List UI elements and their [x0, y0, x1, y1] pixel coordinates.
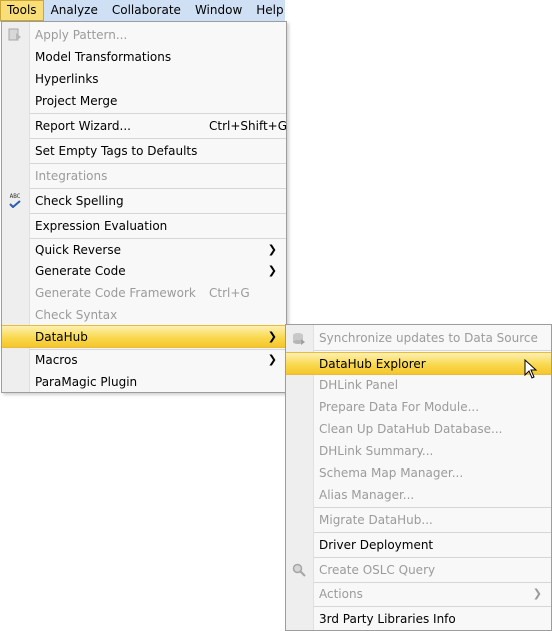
- menu-item-label: DataHub Explorer: [319, 356, 426, 371]
- menu-item-label: Create OSLC Query: [319, 562, 436, 577]
- menu-item-apply-pattern[interactable]: Apply Pattern...: [2, 24, 286, 45]
- menu-item-clean-up-database[interactable]: Clean Up DataHub Database...: [286, 418, 551, 439]
- menu-item-check-syntax[interactable]: Check Syntax: [2, 304, 286, 325]
- menu-item-label: Project Merge: [35, 93, 118, 108]
- menu-item-label: Synchronize updates to Data Source: [319, 330, 538, 345]
- menu-bar: Tools Analyze Collaborate Window Help: [0, 0, 285, 22]
- menu-item-generate-code-framework[interactable]: Generate Code Framework Ctrl+G: [2, 282, 286, 303]
- menu-item-paramagic-plugin[interactable]: ParaMagic Plugin: [2, 371, 286, 392]
- datahub-submenu: Synchronize updates to Data Source DataH…: [285, 324, 552, 631]
- menu-item-model-transformations[interactable]: Model Transformations: [2, 46, 286, 67]
- menu-item-label: Generate Code: [35, 263, 126, 278]
- menu-item-macros[interactable]: Macros ❯: [2, 349, 286, 370]
- menu-window[interactable]: Window: [188, 0, 249, 21]
- tools-menu: Apply Pattern... Model Transformations H…: [1, 21, 287, 393]
- menu-item-label: 3rd Party Libraries Info: [319, 611, 456, 626]
- menu-item-shortcut: Ctrl+G: [209, 285, 250, 300]
- menu-item-hyperlinks[interactable]: Hyperlinks: [2, 68, 286, 89]
- search-icon: [291, 562, 307, 578]
- menu-help[interactable]: Help: [249, 0, 290, 21]
- menu-separator: [30, 188, 286, 189]
- menu-item-quick-reverse[interactable]: Quick Reverse ❯: [2, 239, 286, 260]
- menu-item-label: DHLink Panel: [319, 377, 399, 392]
- menu-item-3rd-party-libraries[interactable]: 3rd Party Libraries Info: [286, 608, 551, 629]
- menu-item-alias-manager[interactable]: Alias Manager...: [286, 484, 551, 505]
- chevron-right-icon: ❯: [267, 330, 277, 343]
- menu-item-label: Schema Map Manager...: [319, 465, 464, 480]
- sync-icon: [291, 330, 307, 346]
- menu-item-check-spelling[interactable]: ABC Check Spelling: [2, 190, 286, 211]
- menu-item-generate-code[interactable]: Generate Code ❯: [2, 260, 286, 281]
- menu-item-label: Check Syntax: [35, 307, 118, 322]
- menu-item-label: Alias Manager...: [319, 487, 415, 502]
- menu-item-driver-deployment[interactable]: Driver Deployment: [286, 534, 551, 555]
- menu-item-dhlink-summary[interactable]: DHLink Summary...: [286, 440, 551, 461]
- menu-item-dhlink-panel[interactable]: DHLink Panel: [286, 374, 551, 395]
- menu-item-set-empty-tags[interactable]: Set Empty Tags to Defaults: [2, 140, 286, 161]
- menu-collaborate[interactable]: Collaborate: [105, 0, 188, 21]
- menu-item-datahub-explorer[interactable]: DataHub Explorer: [286, 352, 551, 375]
- menu-separator: [314, 532, 551, 533]
- menu-separator: [30, 163, 286, 164]
- chevron-right-icon: ❯: [267, 353, 277, 366]
- menu-item-label: Migrate DataHub...: [319, 512, 433, 527]
- menu-separator: [314, 507, 551, 508]
- menu-item-project-merge[interactable]: Project Merge: [2, 90, 286, 111]
- menu-item-label: Hyperlinks: [35, 71, 99, 86]
- menu-separator: [314, 350, 551, 351]
- menu-separator: [314, 557, 551, 558]
- menu-item-label: DHLink Summary...: [319, 443, 434, 458]
- menu-item-report-wizard[interactable]: Report Wizard... Ctrl+Shift+G: [2, 115, 288, 136]
- menu-item-create-oslc-query[interactable]: Create OSLC Query: [286, 559, 551, 580]
- spell-check-icon: ABC: [7, 193, 23, 209]
- menu-item-synchronize-updates[interactable]: Synchronize updates to Data Source: [286, 327, 551, 348]
- menu-item-expression-evaluation[interactable]: Expression Evaluation: [2, 215, 286, 236]
- apply-pattern-icon: [7, 27, 23, 43]
- menu-item-label: Set Empty Tags to Defaults: [35, 143, 198, 158]
- menu-separator: [30, 113, 286, 114]
- menu-item-label: Prepare Data For Module...: [319, 399, 480, 414]
- menu-item-label: Expression Evaluation: [35, 218, 168, 233]
- menu-item-label: Report Wizard...: [35, 118, 131, 133]
- menu-item-label: Macros: [35, 352, 78, 367]
- chevron-right-icon: ❯: [532, 587, 542, 600]
- menu-item-label: Clean Up DataHub Database...: [319, 421, 503, 436]
- menu-item-label: DataHub: [35, 329, 88, 344]
- menu-item-label: Integrations: [35, 168, 108, 183]
- chevron-right-icon: ❯: [267, 264, 277, 277]
- menu-item-label: Quick Reverse: [35, 242, 121, 257]
- menu-separator: [30, 138, 286, 139]
- menu-item-label: ParaMagic Plugin: [35, 374, 138, 389]
- pointer-arrow-icon: [524, 359, 538, 379]
- menu-item-datahub[interactable]: DataHub ❯: [2, 325, 286, 348]
- menu-item-label: Driver Deployment: [319, 537, 434, 552]
- menu-item-integrations[interactable]: Integrations: [2, 165, 286, 186]
- menu-item-shortcut: Ctrl+Shift+G: [209, 118, 288, 133]
- menu-item-prepare-data[interactable]: Prepare Data For Module...: [286, 396, 551, 417]
- menu-item-label: Model Transformations: [35, 49, 172, 64]
- chevron-right-icon: ❯: [267, 243, 277, 256]
- menu-tools[interactable]: Tools: [0, 0, 44, 21]
- menu-separator: [30, 213, 286, 214]
- menu-separator: [314, 606, 551, 607]
- menu-item-actions[interactable]: Actions ❯: [286, 583, 551, 604]
- menu-item-migrate-datahub[interactable]: Migrate DataHub...: [286, 509, 551, 530]
- menu-analyze[interactable]: Analyze: [44, 0, 105, 21]
- menu-item-label: Generate Code Framework: [35, 285, 196, 300]
- menu-item-schema-map-manager[interactable]: Schema Map Manager...: [286, 462, 551, 483]
- menu-item-label: Apply Pattern...: [35, 27, 128, 42]
- menu-item-label: Check Spelling: [35, 193, 124, 208]
- menu-item-label: Actions: [319, 586, 363, 601]
